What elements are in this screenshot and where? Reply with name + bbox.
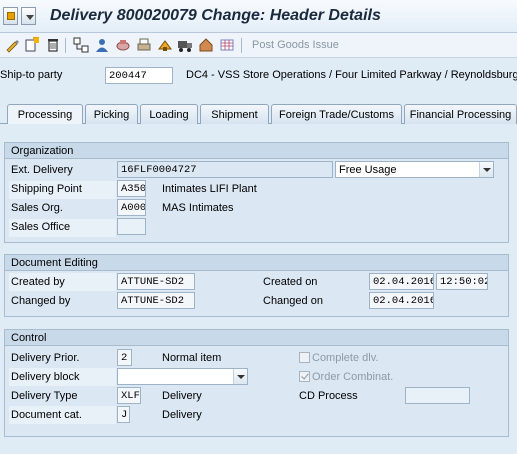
delivery-type-label: Delivery Type	[11, 390, 78, 402]
complete-delivery-checkbox[interactable]	[299, 352, 310, 363]
ship-to-party-description: DC4 - VSS Store Operations / Four Limite…	[186, 69, 517, 81]
ext-delivery-field[interactable]: 16FLF0004727	[117, 161, 333, 178]
post-goods-issue-button[interactable]: Post Goods Issue	[252, 39, 339, 51]
usage-dropdown-value: Free Usage	[339, 164, 397, 176]
transport-icon[interactable]	[177, 37, 193, 53]
chevron-down-icon[interactable]	[233, 369, 247, 384]
delivery-type-field[interactable]: XLF	[117, 387, 141, 404]
delivery-priority-label: Delivery Prior.	[11, 352, 80, 364]
shipping-point-label: Shipping Point	[11, 183, 82, 195]
usage-dropdown[interactable]: Free Usage	[335, 161, 494, 178]
delivery-priority-description: Normal item	[162, 352, 222, 364]
created-by-field[interactable]: ATTUNE-SD2	[117, 273, 195, 290]
sales-org-field[interactable]: A000	[117, 199, 146, 216]
document-category-label: Document cat.	[11, 409, 82, 421]
edit-icon[interactable]	[5, 37, 21, 53]
document-flow-icon[interactable]	[73, 37, 89, 53]
document-category-field[interactable]: J	[117, 406, 130, 423]
group-title-organization: Organization	[5, 143, 508, 159]
toolbar-separator	[241, 38, 242, 53]
sales-office-field[interactable]	[117, 218, 146, 235]
created-on-time-field[interactable]: 12:50:02	[436, 273, 488, 290]
changed-on-label: Changed on	[263, 295, 323, 307]
title-bar: Delivery 800020079 Change: Header Detail…	[0, 0, 517, 33]
sales-org-label: Sales Org.	[11, 202, 63, 214]
ship-to-party-label: Ship-to party	[0, 69, 63, 81]
shipping-point-field[interactable]: A350	[117, 180, 146, 197]
shipping-point-description: Intimates LIFI Plant	[162, 183, 257, 195]
document-category-description: Delivery	[162, 409, 202, 421]
changed-by-field[interactable]: ATTUNE-SD2	[117, 292, 195, 309]
changed-by-label: Changed by	[11, 295, 71, 307]
delivery-block-label: Delivery block	[11, 371, 80, 383]
control-group: Control Delivery Prior. 2 Normal item Co…	[4, 329, 509, 437]
application-toolbar: Post Goods Issue	[0, 33, 517, 58]
delete-icon[interactable]	[45, 37, 61, 53]
delivery-block-dropdown[interactable]	[117, 368, 248, 385]
organization-group: Organization Ext. Delivery 16FLF0004727 …	[4, 142, 509, 243]
tab-picking[interactable]: Picking	[85, 104, 138, 124]
output-icon[interactable]	[136, 37, 152, 53]
tab-financial-processing[interactable]: Financial Processing	[404, 104, 517, 124]
menu-icon[interactable]	[21, 7, 36, 25]
ext-delivery-label: Ext. Delivery	[11, 164, 73, 176]
tab-loading[interactable]: Loading	[140, 104, 198, 124]
sales-office-label: Sales Office	[11, 221, 71, 233]
changed-on-date-field[interactable]: 02.04.2016	[369, 292, 434, 309]
order-combination-label: Order Combinat.	[312, 371, 394, 383]
toolbar-separator	[65, 38, 66, 53]
created-on-label: Created on	[263, 276, 318, 288]
partner-icon[interactable]	[94, 37, 110, 53]
group-title-document-editing: Document Editing	[5, 255, 508, 271]
delivery-priority-field[interactable]: 2	[117, 349, 132, 366]
tab-processing[interactable]: Processing	[7, 104, 83, 124]
created-by-label: Created by	[11, 276, 65, 288]
picking-icon[interactable]	[157, 37, 173, 53]
created-on-date-field[interactable]: 02.04.2016	[369, 273, 434, 290]
group-title-control: Control	[5, 330, 508, 346]
tab-shipment[interactable]: Shipment	[200, 104, 269, 124]
ship-to-party-field[interactable]: 200447	[105, 67, 173, 84]
cd-process-label: CD Process	[299, 390, 358, 402]
tab-strip: Processing Picking Loading Shipment Fore…	[0, 104, 517, 124]
create-icon[interactable]	[24, 37, 40, 53]
cd-process-field[interactable]	[405, 387, 470, 404]
complete-delivery-label: Complete dlv.	[312, 352, 379, 364]
sales-org-description: MAS Intimates	[162, 202, 234, 214]
delivery-type-description: Delivery	[162, 390, 202, 402]
home-icon[interactable]	[198, 37, 214, 53]
status-icon[interactable]	[115, 37, 131, 53]
tab-foreign-trade-customs[interactable]: Foreign Trade/Customs	[271, 104, 402, 124]
chevron-down-icon[interactable]	[479, 162, 493, 177]
ok-icon[interactable]	[3, 7, 18, 25]
page-title: Delivery 800020079 Change: Header Detail…	[50, 7, 381, 24]
grid-icon[interactable]	[219, 37, 235, 53]
document-editing-group: Document Editing Created by ATTUNE-SD2 C…	[4, 254, 509, 317]
order-combination-checkbox[interactable]	[299, 371, 310, 382]
